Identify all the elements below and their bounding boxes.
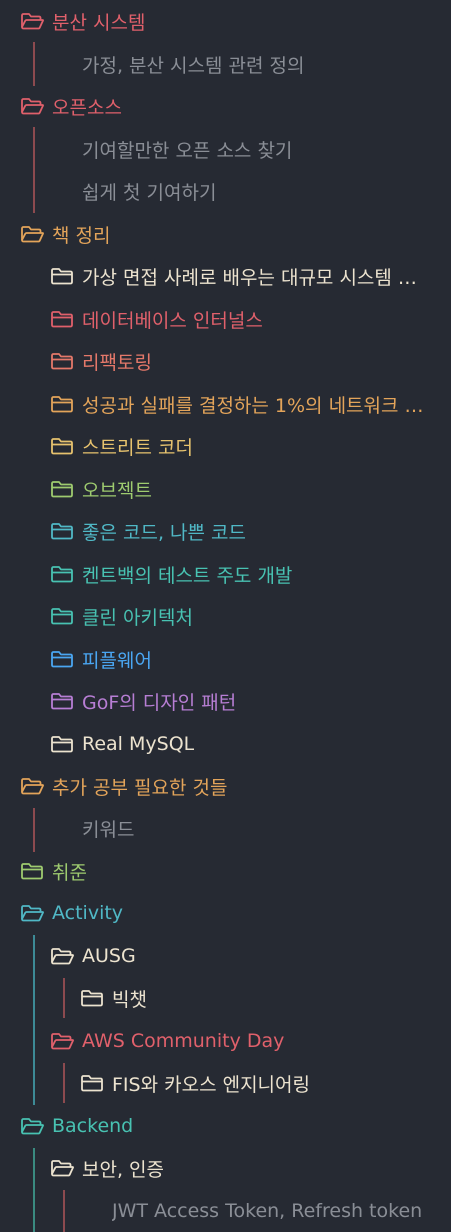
indent-guide xyxy=(63,978,65,1018)
folder-icon xyxy=(50,649,74,669)
folder-open-icon xyxy=(20,1116,44,1136)
tree-item-label: AWS Community Day xyxy=(82,1030,285,1052)
folder-ausg[interactable]: AUSG xyxy=(50,941,441,971)
tree-item-label: 가상 면접 사례로 배우는 대규모 시스템 … xyxy=(82,266,417,289)
folder-오브젝트[interactable]: 오브젝트 xyxy=(50,474,441,504)
folder-분산-시스템[interactable]: 분산 시스템 xyxy=(20,6,441,36)
tree-item-label: 추가 공부 필요한 것들 xyxy=(52,776,228,799)
tree-item-label: 빅챗 xyxy=(112,988,147,1011)
tree-item-label: 스트리트 코더 xyxy=(82,436,193,459)
tree-item-label: 오브젝트 xyxy=(82,479,152,502)
folder-open-icon xyxy=(50,1158,74,1178)
folder-icon xyxy=(50,266,74,286)
folder-스트리트-코더[interactable]: 스트리트 코더 xyxy=(50,431,441,461)
folder-책-정리[interactable]: 책 정리 xyxy=(20,219,441,249)
tree-item-label: 성공과 실패를 결정하는 1%의 네트워크 … xyxy=(82,394,424,417)
folder-activity[interactable]: Activity xyxy=(20,898,441,928)
folder-icon xyxy=(50,564,74,584)
file-가정-분산-시스템-관련-정의[interactable]: 가정, 분산 시스템 관련 정의 xyxy=(82,49,441,79)
folder-좋은-코드-나쁜-코드[interactable]: 좋은 코드, 나쁜 코드 xyxy=(50,516,441,546)
tree-item-label: 켄트백의 테스트 주도 개발 xyxy=(82,564,293,587)
tree-item-label: 데이터베이스 인터널스 xyxy=(82,309,263,332)
folder-켄트백의-테스트-주도-개발[interactable]: 켄트백의 테스트 주도 개발 xyxy=(50,559,441,589)
tree-item-label: Activity xyxy=(52,902,124,924)
indent-guide xyxy=(33,1148,35,1232)
tree-item-label: 가정, 분산 시스템 관련 정의 xyxy=(82,54,305,77)
tree-item-label: 피플웨어 xyxy=(82,649,152,672)
folder-icon xyxy=(50,309,74,329)
indent-guide xyxy=(33,127,35,213)
folder-icon xyxy=(50,479,74,499)
folder-open-icon xyxy=(20,776,44,796)
folder-open-icon xyxy=(50,946,74,966)
tree-item-label: 좋은 코드, 나쁜 코드 xyxy=(82,521,246,544)
folder-icon xyxy=(50,351,74,371)
tree-item-label: Real MySQL xyxy=(82,733,195,755)
folder-aws-community-day[interactable]: AWS Community Day xyxy=(50,1026,441,1056)
folder-icon xyxy=(80,988,104,1008)
folder-데이터베이스-인터널스[interactable]: 데이터베이스 인터널스 xyxy=(50,304,441,334)
folder-보안-인증[interactable]: 보안, 인증 xyxy=(50,1153,441,1183)
tree-item-label: 보안, 인증 xyxy=(82,1158,164,1181)
indent-guide xyxy=(33,808,35,852)
folder-icon xyxy=(80,1073,104,1093)
folder-open-icon xyxy=(20,224,44,244)
indent-guide xyxy=(63,1063,65,1103)
tree-item-label: 쉽게 첫 기여하기 xyxy=(82,181,217,204)
tree-item-label: 키워드 xyxy=(82,818,135,841)
folder-성공과-실패를-결정하는-1-의-네트워크[interactable]: 성공과 실패를 결정하는 1%의 네트워크 … xyxy=(50,389,441,419)
folder-fis와-카오스-엔지니어링[interactable]: FIS와 카오스 엔지니어링 xyxy=(80,1068,441,1098)
folder-취준[interactable]: 취준 xyxy=(20,856,441,886)
folder-gof의-디자인-패턴[interactable]: GoF의 디자인 패턴 xyxy=(50,686,441,716)
folder-icon xyxy=(50,394,74,414)
folder-오픈소스[interactable]: 오픈소스 xyxy=(20,91,441,121)
folder-real-mysql[interactable]: Real MySQL xyxy=(50,729,441,759)
folder-icon xyxy=(50,521,74,541)
folder-icon xyxy=(50,734,74,754)
tree-item-label: JWT Access Token, Refresh token xyxy=(112,1200,423,1222)
file-기여할만한-오픈-소스-찾기[interactable]: 기여할만한 오픈 소스 찾기 xyxy=(82,134,441,164)
folder-가상-면접-사례로-배우는-대규모-시스템[interactable]: 가상 면접 사례로 배우는 대규모 시스템 … xyxy=(50,261,441,291)
folder-open-icon xyxy=(20,11,44,31)
tree-item-label: Backend xyxy=(52,1115,134,1137)
folder-리팩토링[interactable]: 리팩토링 xyxy=(50,346,441,376)
indent-guide xyxy=(63,1190,65,1232)
file-jwt-access-token-refresh-token[interactable]: JWT Access Token, Refresh token xyxy=(112,1196,441,1226)
folder-icon xyxy=(50,691,74,711)
file-키워드[interactable]: 키워드 xyxy=(82,813,441,843)
tree-item-label: 책 정리 xyxy=(52,224,111,247)
folder-icon xyxy=(50,436,74,456)
tree-item-label: AUSG xyxy=(82,945,136,967)
folder-open-icon xyxy=(20,903,44,923)
tree-item-label: 오픈소스 xyxy=(52,96,122,119)
folder-open-icon xyxy=(50,1031,74,1051)
tree-item-label: 취준 xyxy=(52,861,87,884)
folder-icon xyxy=(50,606,74,626)
tree-item-label: 분산 시스템 xyxy=(52,11,146,34)
indent-guide xyxy=(33,42,35,86)
tree-item-label: 리팩토링 xyxy=(82,351,152,374)
folder-빅챗[interactable]: 빅챗 xyxy=(80,983,441,1013)
folder-피플웨어[interactable]: 피플웨어 xyxy=(50,644,441,674)
tree-item-label: 기여할만한 오픈 소스 찾기 xyxy=(82,139,293,162)
tree-item-label: FIS와 카오스 엔지니어링 xyxy=(112,1073,310,1096)
file-쉽게-첫-기여하기[interactable]: 쉽게 첫 기여하기 xyxy=(82,176,441,206)
folder-추가-공부-필요한-것들[interactable]: 추가 공부 필요한 것들 xyxy=(20,771,441,801)
folder-icon xyxy=(20,861,44,881)
indent-guide xyxy=(33,935,35,1105)
tree-item-label: 클린 아키텍처 xyxy=(82,606,193,629)
folder-open-icon xyxy=(20,96,44,116)
tree-item-label: GoF의 디자인 패턴 xyxy=(82,691,237,714)
folder-backend[interactable]: Backend xyxy=(20,1111,441,1141)
folder-클린-아키텍처[interactable]: 클린 아키텍처 xyxy=(50,601,441,631)
